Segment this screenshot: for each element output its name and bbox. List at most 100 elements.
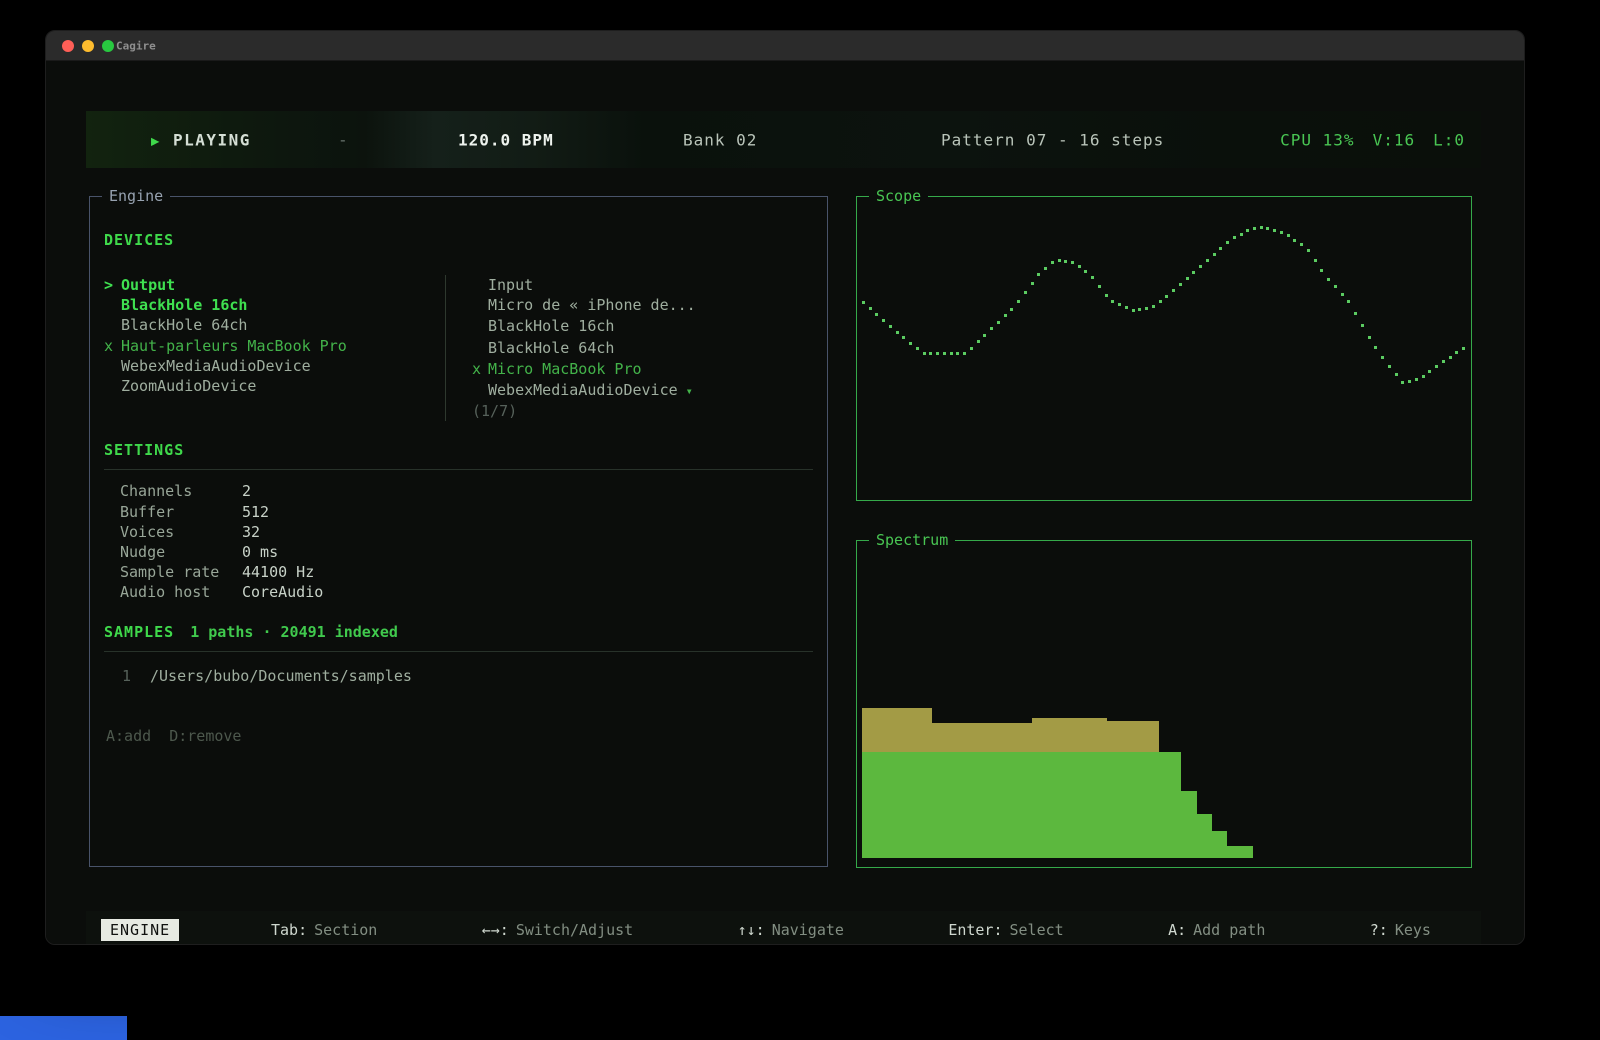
scope-dot [950, 352, 953, 355]
traffic-lights [62, 40, 114, 52]
setting-value[interactable]: 512 [242, 502, 269, 522]
transport-status[interactable]: ▶PLAYING [151, 130, 251, 149]
window-titlebar[interactable]: Cagire [46, 31, 1524, 61]
level-meter: L:0 [1433, 130, 1465, 149]
scope-dot [1233, 236, 1236, 239]
scope-dot [1266, 227, 1269, 230]
spectrum-panel-title: Spectrum [869, 531, 955, 549]
input-device-item[interactable]: xMicro MacBook Pro [472, 359, 813, 380]
spectrum-bar [1253, 561, 1466, 858]
device-name: BlackHole 16ch [488, 317, 614, 335]
key-hint-label: Navigate [772, 921, 844, 939]
spectrum-bar-green [1181, 791, 1197, 858]
scope-dot [1138, 308, 1141, 311]
spectrum-bar [1032, 561, 1108, 858]
setting-value[interactable]: 32 [242, 522, 260, 542]
status-bar: ENGINE Tab:Section ←→:Switch/Adjust ↑↓:N… [86, 911, 1481, 945]
scope-dot [1320, 269, 1323, 272]
key-hint: Enter:Select [948, 921, 1063, 939]
close-window-button[interactable] [62, 40, 74, 52]
spectrum-bar-olive [1032, 718, 1108, 751]
meter-group: CPU 13% V:16 L:0 [1280, 130, 1465, 149]
scope-dot [909, 342, 912, 345]
input-device-item[interactable]: BlackHole 16ch [472, 316, 813, 337]
input-device-item[interactable]: Micro de « iPhone de... [472, 295, 813, 316]
output-device-list: >Output BlackHole 16ch BlackHole 64ch [104, 275, 445, 421]
voices-meter: V:16 [1373, 130, 1416, 149]
scope-dot [1374, 346, 1377, 349]
key-hint-label: Keys [1395, 921, 1431, 939]
input-section-header[interactable]: Input [472, 275, 813, 295]
scope-dot [1098, 285, 1101, 288]
device-name: WebexMediaAudioDevice [488, 381, 678, 399]
zoom-window-button[interactable] [102, 40, 114, 52]
spectrum-panel: Spectrum [856, 540, 1472, 868]
scope-dot [889, 325, 892, 328]
input-device-item[interactable]: BlackHole 64ch [472, 338, 813, 359]
scope-dot [1051, 261, 1054, 264]
bank-display[interactable]: Bank 02 [683, 130, 757, 149]
setting-value[interactable]: CoreAudio [242, 582, 323, 602]
setting-label: Channels [120, 481, 242, 501]
output-device-item[interactable]: ZoomAudioDevice [104, 376, 445, 396]
settings-separator [104, 469, 813, 470]
key-hint-label: Select [1010, 921, 1064, 939]
device-name: BlackHole 64ch [121, 316, 247, 334]
scope-dot [882, 319, 885, 322]
input-device-item[interactable]: WebexMediaAudioDevice▾ [472, 380, 813, 401]
scope-dot [1206, 259, 1209, 262]
scope-dot [1307, 249, 1310, 252]
scope-dot [1226, 241, 1229, 244]
scope-canvas [861, 209, 1467, 492]
setting-row[interactable]: Buffer 512 [120, 502, 813, 522]
scope-dot [902, 336, 905, 339]
mode-badge[interactable]: ENGINE [101, 919, 179, 941]
setting-label: Audio host [120, 582, 242, 602]
scope-dot [1165, 295, 1168, 298]
setting-row[interactable]: Channels 2 [120, 481, 813, 501]
engine-panel: Engine DEVICES >Output BlackHole 16ch [89, 196, 828, 867]
scope-dot [997, 321, 1000, 324]
scope-dot [1058, 259, 1061, 262]
output-device-item[interactable]: BlackHole 64ch [104, 315, 445, 335]
app-content: ▶PLAYING - 120.0 BPM Bank 02 Pattern 07 … [46, 61, 1524, 945]
scope-dot [896, 331, 899, 334]
scope-dot [1246, 229, 1249, 232]
key-hint-label: Switch/Adjust [516, 921, 633, 939]
sample-path-row[interactable]: 1 /Users/bubo/Documents/samples [122, 666, 813, 686]
bpm-display[interactable]: 120.0 BPM [458, 130, 554, 149]
pattern-display[interactable]: Pattern 07 - 16 steps [941, 130, 1164, 149]
scope-dot [1462, 347, 1465, 350]
device-name: BlackHole 64ch [488, 339, 614, 357]
input-items: Micro de « iPhone de... BlackHole 16ch B… [472, 295, 813, 401]
setting-row[interactable]: Nudge 0 ms [120, 542, 813, 562]
setting-value[interactable]: 0 ms [242, 542, 278, 562]
setting-row[interactable]: Sample rate 44100 Hz [120, 562, 813, 582]
setting-row[interactable]: Audio host CoreAudio [120, 582, 813, 602]
output-device-item[interactable]: xHaut-parleurs MacBook Pro [104, 336, 445, 356]
key-hint: A:Add path [1168, 921, 1265, 939]
scope-dot [1287, 234, 1290, 237]
scope-dot [1253, 227, 1256, 230]
setting-label: Sample rate [120, 562, 242, 582]
engine-panel-title: Engine [102, 187, 170, 205]
selection-cursor: > [104, 275, 121, 295]
setting-row[interactable]: Voices 32 [120, 522, 813, 542]
minimize-window-button[interactable] [82, 40, 94, 52]
scope-dot [1024, 291, 1027, 294]
scope-dot [1071, 261, 1074, 264]
device-name: Haut-parleurs MacBook Pro [121, 337, 347, 355]
output-device-item[interactable]: WebexMediaAudioDevice [104, 356, 445, 376]
spectrum-bar-green [1197, 814, 1212, 858]
setting-value[interactable]: 44100 Hz [242, 562, 314, 582]
scope-dot [1037, 273, 1040, 276]
scope-dot [1260, 226, 1263, 229]
output-device-item[interactable]: BlackHole 16ch [104, 295, 445, 315]
setting-value[interactable]: 2 [242, 481, 251, 501]
scope-dot [1327, 278, 1330, 281]
spectrum-bar-green [1212, 831, 1228, 858]
window-title: Cagire [116, 39, 156, 52]
scope-dot [1004, 314, 1007, 317]
active-device-marker: x [472, 359, 488, 379]
output-section-header[interactable]: >Output [104, 275, 445, 295]
